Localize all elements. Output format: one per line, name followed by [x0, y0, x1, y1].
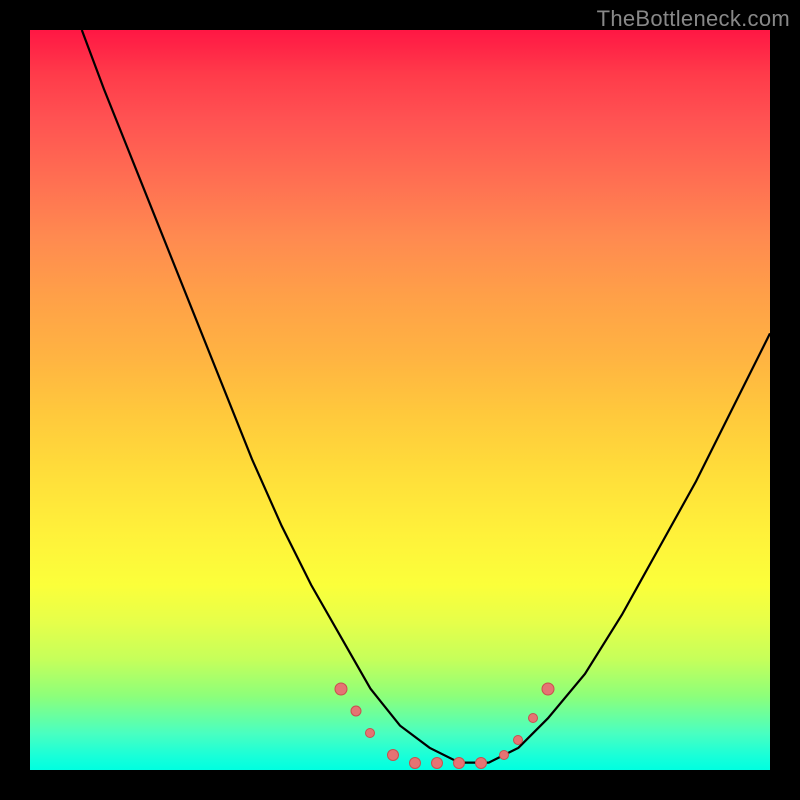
chart-marker — [453, 757, 465, 769]
chart-marker — [409, 757, 421, 769]
chart-markers-layer — [30, 30, 770, 770]
watermark-text: TheBottleneck.com — [597, 6, 790, 32]
chart-marker — [350, 705, 361, 716]
chart-marker — [528, 713, 538, 723]
chart-marker — [365, 728, 375, 738]
chart-marker — [542, 682, 555, 695]
chart-plot-area — [30, 30, 770, 770]
chart-marker — [431, 757, 443, 769]
chart-marker — [499, 750, 509, 760]
chart-marker — [513, 735, 523, 745]
chart-marker — [475, 757, 487, 769]
chart-marker — [334, 682, 347, 695]
chart-marker — [387, 749, 399, 761]
